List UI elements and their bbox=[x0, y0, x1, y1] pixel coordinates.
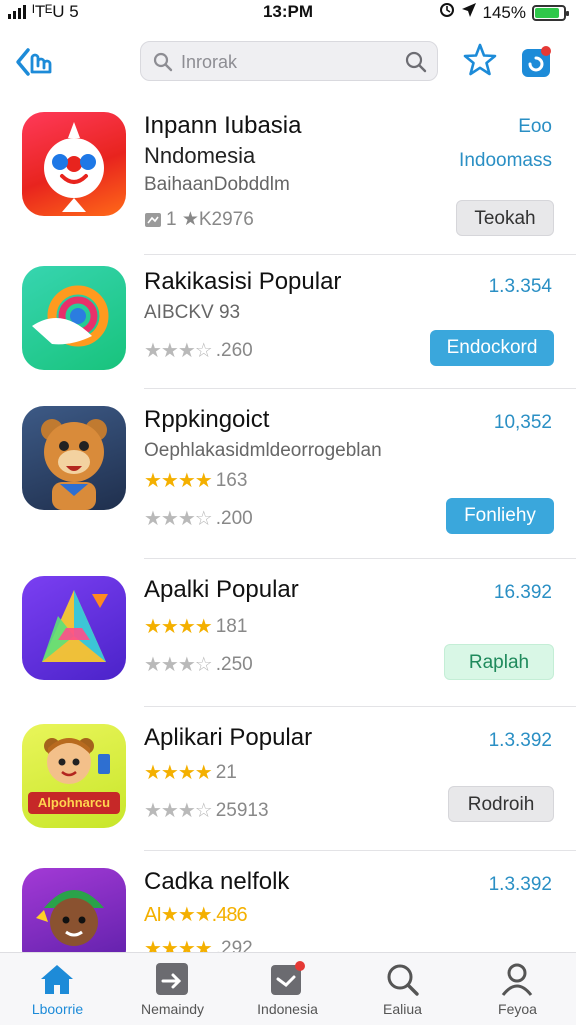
rating-count: 181 bbox=[215, 615, 248, 637]
app-rating-gold: ★★★★ 163 bbox=[144, 468, 247, 493]
divider bbox=[144, 850, 576, 851]
tab-label: Ealiua bbox=[383, 1001, 422, 1017]
divider bbox=[144, 254, 576, 255]
profile-icon bbox=[501, 963, 533, 996]
rating-stars-gold: ★★★★ bbox=[144, 470, 213, 492]
follow-button[interactable]: Fonliehy bbox=[446, 498, 554, 534]
get-button[interactable]: Teokah bbox=[456, 200, 554, 236]
rating-count: AI★★★.486 bbox=[144, 904, 248, 926]
app-rating: ★★★☆ .260 bbox=[144, 338, 253, 363]
rating-stars: ★★★☆ bbox=[144, 340, 213, 362]
rating-stars: ★★★☆ bbox=[144, 508, 213, 530]
letter-a-logo-icon bbox=[22, 576, 126, 680]
back-arrow-icon bbox=[16, 48, 52, 76]
tab-label: Feyoa bbox=[498, 1001, 537, 1017]
rating-count: 21 bbox=[215, 761, 237, 783]
list-item[interactable]: Apalki Popular ★★★★ 181 ★★★☆ .250 16.392… bbox=[0, 562, 576, 704]
divider bbox=[144, 558, 576, 559]
rating-stars: ★★★☆ bbox=[144, 654, 213, 676]
location-icon bbox=[461, 2, 477, 23]
alarm-icon bbox=[439, 2, 455, 23]
battery-icon bbox=[532, 4, 569, 21]
tab-label: Indonesia bbox=[257, 1001, 318, 1017]
favorites-button[interactable] bbox=[462, 42, 498, 78]
back-button[interactable] bbox=[14, 44, 58, 80]
app-title: Rppkingoict bbox=[144, 406, 270, 433]
status-bar: ᴵTᴱU 5 13:PM 145% bbox=[0, 0, 576, 24]
app-title: Aplikari Popular bbox=[144, 724, 313, 751]
rating-count: 163 bbox=[215, 469, 248, 491]
tab-updates[interactable]: Nemaindy bbox=[115, 953, 230, 1025]
app-rating: ★★★☆ .200 bbox=[144, 506, 253, 531]
list-item[interactable]: Rakikasisi Popular AIBCKV 93 ★★★☆ .260 1… bbox=[0, 256, 576, 388]
battery-percent: 145% bbox=[482, 2, 526, 22]
app-subtitle: AIBCKV 93 bbox=[144, 302, 241, 323]
notifications-button[interactable] bbox=[521, 46, 553, 78]
app-title: Cadka nelfolk bbox=[144, 868, 290, 895]
install-button[interactable]: Raplah bbox=[444, 644, 554, 680]
rating-value: .250 bbox=[215, 653, 253, 675]
app-size-label: 1.3.392 bbox=[488, 730, 552, 751]
app-rating-gold: AI★★★.486 bbox=[144, 902, 248, 927]
app-rating-gold: ★★★★ 21 bbox=[144, 760, 237, 785]
status-right: 145% bbox=[439, 2, 569, 23]
search-icon bbox=[387, 964, 419, 996]
app-rating: ★★★☆ 25913 bbox=[144, 798, 269, 823]
rating-value: 25913 bbox=[215, 799, 269, 821]
app-region-label: Indoomass bbox=[459, 150, 552, 171]
rating-stars-gold: ★★★★ bbox=[144, 762, 213, 784]
tab-home[interactable]: Lboorrie bbox=[0, 953, 115, 1025]
list-item[interactable]: Inpann Iubasia Nndomesia BaihaanDobddlm … bbox=[0, 96, 576, 252]
star-outline-icon bbox=[463, 43, 497, 76]
icon-banner-text: Alpohnarcu bbox=[37, 795, 111, 810]
inbox-icon bbox=[271, 961, 305, 995]
clown-face-icon bbox=[22, 112, 126, 216]
app-title: Inpann Iubasia bbox=[144, 112, 302, 139]
app-size-label: 16.392 bbox=[493, 582, 552, 603]
search-placeholder: Inrorak bbox=[181, 52, 238, 72]
app-badge-icon bbox=[522, 46, 551, 77]
age-rating-icon bbox=[145, 212, 161, 227]
updates-icon bbox=[156, 963, 188, 995]
app-title: Apalki Popular bbox=[144, 576, 299, 603]
tab-bar: Lboorrie Nemaindy Indonesia Ealiua Feyoa bbox=[0, 952, 576, 1025]
rating-value: .260 bbox=[215, 339, 253, 361]
list-item[interactable]: Rppkingoict Oephlakasidmldeorrogeblan ★★… bbox=[0, 392, 576, 556]
app-rating-gold: ★★★★ 181 bbox=[144, 614, 247, 639]
kid-character-icon: Alpohnarcu bbox=[22, 724, 126, 828]
list-item[interactable]: Alpohnarcu Aplikari Popular ★★★★ 21 ★★★☆… bbox=[0, 710, 576, 850]
tab-label: Nemaindy bbox=[140, 1001, 205, 1017]
app-subtitle: Nndomesia bbox=[144, 143, 256, 168]
app-title: Rakikasisi Popular bbox=[144, 268, 342, 295]
get-button[interactable]: Rodroih bbox=[448, 786, 554, 822]
download-button[interactable]: Endockord bbox=[430, 330, 554, 366]
tab-profile[interactable]: Feyoa bbox=[460, 953, 575, 1025]
search-submit-icon[interactable] bbox=[405, 51, 427, 78]
rating-stars: ★★★☆ bbox=[144, 800, 213, 822]
app-size-label: Eoo bbox=[518, 116, 552, 137]
search-icon bbox=[153, 52, 173, 77]
divider bbox=[144, 706, 576, 707]
rating-stars-gold: ★★★★ bbox=[144, 616, 213, 638]
app-size-label: 10,352 bbox=[493, 412, 552, 433]
bear-character-icon bbox=[22, 406, 126, 510]
tab-inbox[interactable]: Indonesia bbox=[230, 953, 345, 1025]
app-size-label: 1.3.392 bbox=[488, 874, 552, 895]
app-rating: ★★★☆ .250 bbox=[144, 652, 253, 677]
divider bbox=[144, 388, 576, 389]
rating-value: 1 ★K2976 bbox=[166, 209, 254, 230]
app-subtitle: Oephlakasidmldeorrogeblan bbox=[144, 440, 382, 461]
tab-label: Lboorrie bbox=[31, 1001, 84, 1017]
rating-value: .200 bbox=[215, 507, 253, 529]
home-icon bbox=[41, 965, 73, 994]
app-size-label: 1.3.354 bbox=[488, 276, 552, 297]
tab-search[interactable]: Ealiua bbox=[345, 953, 460, 1025]
search-input[interactable]: Inrorak bbox=[140, 41, 438, 81]
list-item[interactable]: Cadka nelfolk AI★★★.486 ★★★★ .292 1.3.39… bbox=[0, 854, 576, 972]
app-rating: 1 ★K2976 bbox=[144, 208, 254, 231]
swirl-logo-icon bbox=[22, 266, 126, 370]
app-developer: BaihaanDobddlm bbox=[144, 174, 290, 195]
